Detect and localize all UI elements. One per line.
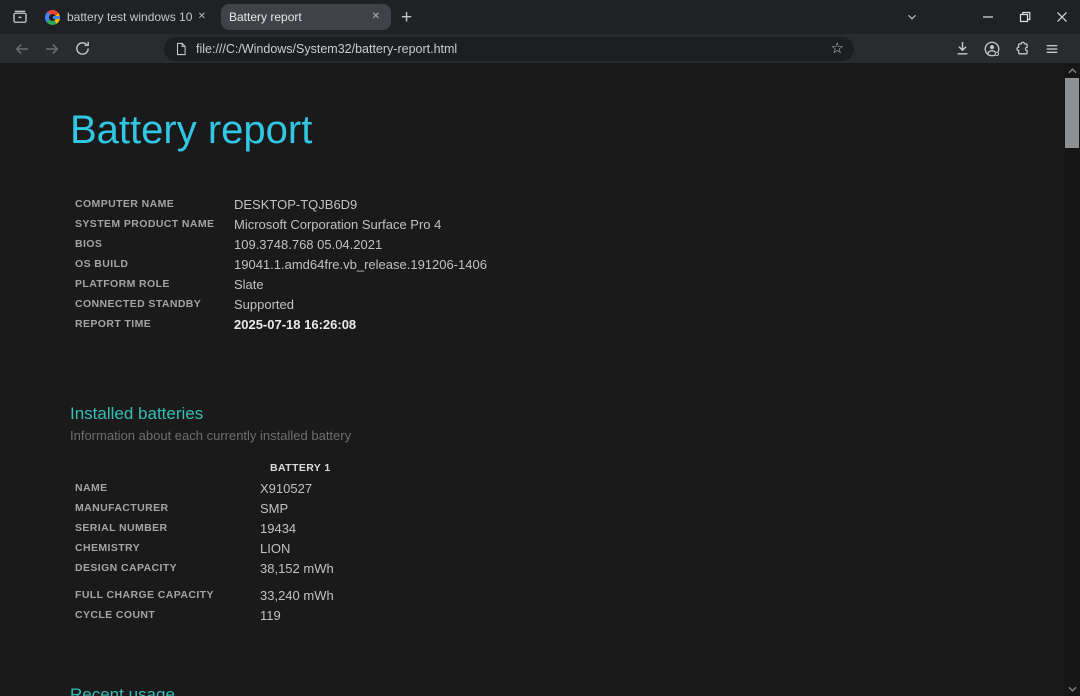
table-group-gap: [70, 578, 1080, 585]
row-value: Supported: [234, 297, 294, 312]
scrollbar-thumb[interactable]: [1065, 78, 1079, 148]
url-text[interactable]: file:///C:/Windows/System32/battery-repo…: [196, 42, 831, 56]
table-row: DESIGN CAPACITY 38,152 mWh: [70, 558, 1080, 578]
tab-battery-report[interactable]: Battery report ✕: [221, 4, 391, 30]
row-value: LION: [260, 541, 290, 556]
table-row: FULL CHARGE CAPACITY 33,240 mWh: [70, 585, 1080, 605]
row-label: PLATFORM ROLE: [70, 278, 234, 290]
row-value: DESKTOP-TQJB6D9: [234, 197, 357, 212]
tab-search-icon[interactable]: [7, 5, 33, 29]
battery-report-page: Battery report COMPUTER NAME DESKTOP-TQJ…: [0, 64, 1080, 696]
row-value: X910527: [260, 481, 312, 496]
row-value: 38,152 mWh: [260, 561, 334, 576]
row-value: Slate: [234, 277, 264, 292]
row-label: CHEMISTRY: [70, 542, 260, 554]
battery-table: BATTERY 1 NAME X910527 MANUFACTURER SMP …: [70, 458, 1080, 625]
window-controls: [969, 0, 1080, 34]
battery-column-header: BATTERY 1: [265, 462, 331, 474]
row-label: SERIAL NUMBER: [70, 522, 260, 534]
section-subtitle: Information about each currently install…: [70, 428, 1080, 446]
tab-label: Battery report: [229, 10, 369, 24]
tab-list-chevron-icon[interactable]: [899, 5, 925, 29]
table-row: SERIAL NUMBER 19434: [70, 518, 1080, 538]
table-row: NAME X910527: [70, 478, 1080, 498]
row-label: SYSTEM PRODUCT NAME: [70, 218, 234, 230]
scrollbar-down-arrow-icon[interactable]: [1064, 682, 1080, 696]
page-scrollbar[interactable]: [1064, 64, 1080, 696]
battery-column-header-row: BATTERY 1: [70, 458, 1080, 478]
page-title: Battery report: [70, 106, 1080, 154]
row-label: OS BUILD: [70, 258, 234, 270]
table-row: BIOS 109.3748.768 05.04.2021: [70, 234, 1080, 254]
system-info-table: COMPUTER NAME DESKTOP-TQJB6D9 SYSTEM PRO…: [70, 194, 1080, 334]
row-label: DESIGN CAPACITY: [70, 562, 260, 574]
tab-close-icon[interactable]: ✕: [195, 10, 209, 24]
address-bar[interactable]: file:///C:/Windows/System32/battery-repo…: [164, 37, 854, 61]
bookmark-star-icon[interactable]: ☆: [831, 41, 844, 56]
row-label: COMPUTER NAME: [70, 198, 234, 210]
row-value: 119: [260, 608, 281, 623]
table-row: PLATFORM ROLE Slate: [70, 274, 1080, 294]
window-restore-button[interactable]: [1006, 0, 1043, 34]
recent-usage-section: Recent usage: [70, 685, 1080, 696]
scrollbar-up-arrow-icon[interactable]: [1064, 64, 1080, 78]
installed-batteries-section: Installed batteries Information about ea…: [70, 404, 1080, 625]
google-favicon-icon: [45, 10, 60, 25]
row-label: CYCLE COUNT: [70, 609, 260, 621]
row-label: NAME: [70, 482, 260, 494]
forward-icon[interactable]: [38, 36, 66, 62]
tab-battery-test-search[interactable]: battery test windows 10 - Goog ✕: [37, 0, 217, 34]
reload-icon[interactable]: [68, 36, 96, 62]
row-value: SMP: [260, 501, 288, 516]
row-label: MANUFACTURER: [70, 502, 260, 514]
browser-toolbar: file:///C:/Windows/System32/battery-repo…: [0, 34, 1080, 64]
row-label: FULL CHARGE CAPACITY: [70, 589, 260, 601]
table-row: CHEMISTRY LION: [70, 538, 1080, 558]
table-row: REPORT TIME 2025-07-18 16:26:08: [70, 314, 1080, 334]
report-time-value: 2025-07-18 16:26:08: [234, 317, 356, 332]
table-row: COMPUTER NAME DESKTOP-TQJB6D9: [70, 194, 1080, 214]
row-value: 33,240 mWh: [260, 588, 334, 603]
toolbar-right-icons: [948, 36, 1068, 62]
tab-label: battery test windows 10 - Goog: [67, 10, 195, 24]
table-row: CYCLE COUNT 119: [70, 605, 1080, 625]
table-row: CONNECTED STANDBY Supported: [70, 294, 1080, 314]
menu-icon[interactable]: [1038, 36, 1066, 62]
browser-titlebar: battery test windows 10 - Goog ✕ Battery…: [0, 0, 1080, 34]
section-heading: Recent usage: [70, 685, 1080, 696]
table-row: SYSTEM PRODUCT NAME Microsoft Corporatio…: [70, 214, 1080, 234]
window-minimize-button[interactable]: [969, 0, 1006, 34]
row-value: 19041.1.amd64fre.vb_release.191206-1406: [234, 257, 487, 272]
back-icon[interactable]: [8, 36, 36, 62]
row-value: Microsoft Corporation Surface Pro 4: [234, 217, 441, 232]
extensions-puzzle-icon[interactable]: [1008, 36, 1036, 62]
section-heading: Installed batteries: [70, 404, 1080, 424]
downloads-icon[interactable]: [948, 36, 976, 62]
table-row: OS BUILD 19041.1.amd64fre.vb_release.191…: [70, 254, 1080, 274]
row-label: BIOS: [70, 238, 234, 250]
window-close-button[interactable]: [1043, 0, 1080, 34]
tab-close-icon[interactable]: ✕: [369, 10, 383, 24]
profile-avatar-icon[interactable]: [978, 36, 1006, 62]
row-label: REPORT TIME: [70, 318, 234, 330]
new-tab-button[interactable]: +: [401, 8, 412, 27]
file-page-icon: [174, 42, 188, 56]
table-row: MANUFACTURER SMP: [70, 498, 1080, 518]
row-value: 19434: [260, 521, 296, 536]
row-value: 109.3748.768 05.04.2021: [234, 237, 382, 252]
row-label: CONNECTED STANDBY: [70, 298, 234, 310]
